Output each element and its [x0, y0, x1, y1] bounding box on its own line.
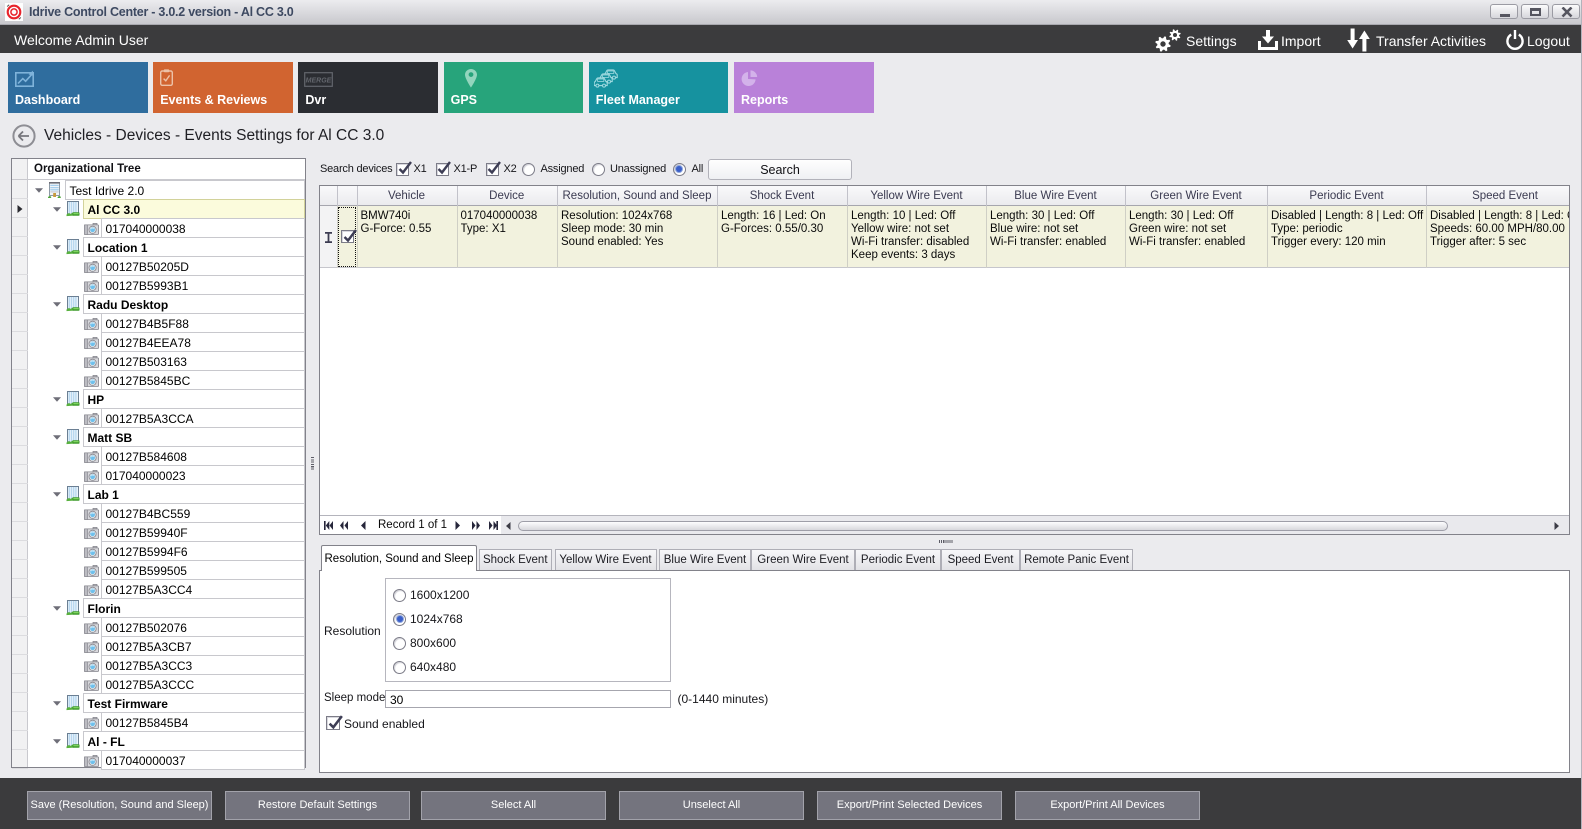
svg-text:MERGE: MERGE [306, 77, 332, 84]
